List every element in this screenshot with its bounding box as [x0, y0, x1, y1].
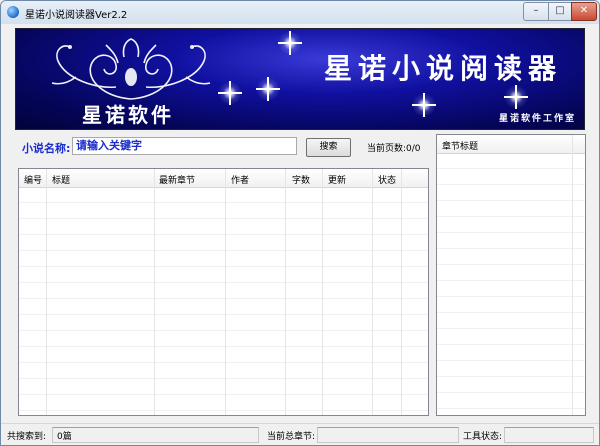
column-header-status[interactable]: 状态: [378, 173, 396, 186]
column-divider[interactable]: [285, 169, 286, 187]
sparkle-icon: [256, 77, 280, 101]
app-window: 星诺小说阅读器Ver2.2 – □ ✕ 星诺软件 星诺小说阅读器 星诺软件工作室…: [0, 0, 600, 446]
column-header-chapter-title[interactable]: 章节标题: [442, 139, 478, 152]
maximize-button[interactable]: □: [548, 2, 572, 21]
column-gridline: [322, 187, 323, 415]
column-divider[interactable]: [322, 169, 323, 187]
sparkle-icon: [412, 93, 436, 117]
column-header-id[interactable]: 编号: [24, 173, 42, 186]
banner: 星诺软件 星诺小说阅读器 星诺软件工作室: [15, 28, 585, 130]
column-header-author[interactable]: 作者: [231, 173, 249, 186]
brand-title: 星诺小说阅读器: [324, 52, 563, 85]
column-gridline: [572, 153, 573, 415]
chapter-header: 章节标题: [437, 135, 585, 154]
column-divider[interactable]: [46, 169, 47, 187]
column-divider[interactable]: [372, 169, 373, 187]
sparkle-icon: [504, 85, 528, 109]
column-gridline: [401, 187, 402, 415]
found-count-label: 共搜索到:: [7, 432, 47, 442]
results-table[interactable]: 编号 标题 最新章节 作者 字数 更新 状态: [18, 168, 429, 416]
total-chapters-field: [317, 427, 459, 443]
app-icon: [7, 6, 19, 18]
tool-status-label: 工具状态:: [463, 432, 503, 442]
sparkle-icon: [218, 81, 242, 105]
column-divider[interactable]: [572, 135, 573, 153]
search-button[interactable]: 搜索: [306, 138, 351, 157]
column-header-updated[interactable]: 更新: [328, 173, 346, 186]
page-count: 当前页数:0/0: [367, 144, 421, 154]
minimize-button[interactable]: –: [523, 2, 549, 21]
chapter-body[interactable]: [437, 153, 585, 415]
ornament-icon: [51, 38, 211, 100]
studio-text: 星诺软件工作室: [498, 114, 576, 124]
results-header: 编号 标题 最新章节 作者 字数 更新 状态: [19, 169, 428, 188]
column-gridline: [372, 187, 373, 415]
chapter-list[interactable]: 章节标题: [436, 134, 586, 416]
close-button[interactable]: ✕: [571, 2, 597, 21]
column-gridline: [225, 187, 226, 415]
logo-text: 星诺软件: [82, 103, 174, 127]
column-gridline: [154, 187, 155, 415]
column-header-title[interactable]: 标题: [52, 173, 70, 186]
column-divider[interactable]: [154, 169, 155, 187]
column-gridline: [46, 187, 47, 415]
title-bar[interactable]: 星诺小说阅读器Ver2.2 – □ ✕: [1, 1, 599, 24]
column-divider[interactable]: [225, 169, 226, 187]
results-body[interactable]: [19, 187, 428, 415]
column-divider[interactable]: [401, 169, 402, 187]
status-bar: 共搜索到: 0篇 当前总章节: 工具状态:: [1, 423, 599, 445]
column-gridline: [285, 187, 286, 415]
found-count-value: 0篇: [57, 432, 72, 442]
novel-name-label: 小说名称:: [22, 142, 71, 155]
search-input[interactable]: 请输入关键字: [72, 137, 297, 155]
found-count-field: [52, 427, 259, 443]
sparkle-icon: [278, 31, 302, 55]
total-chapters-label: 当前总章节:: [267, 432, 316, 442]
window-title: 星诺小说阅读器Ver2.2: [25, 10, 128, 21]
tool-status-field: [504, 427, 594, 443]
column-header-latest-chapter[interactable]: 最新章节: [159, 173, 195, 186]
column-header-word-count[interactable]: 字数: [292, 173, 310, 186]
